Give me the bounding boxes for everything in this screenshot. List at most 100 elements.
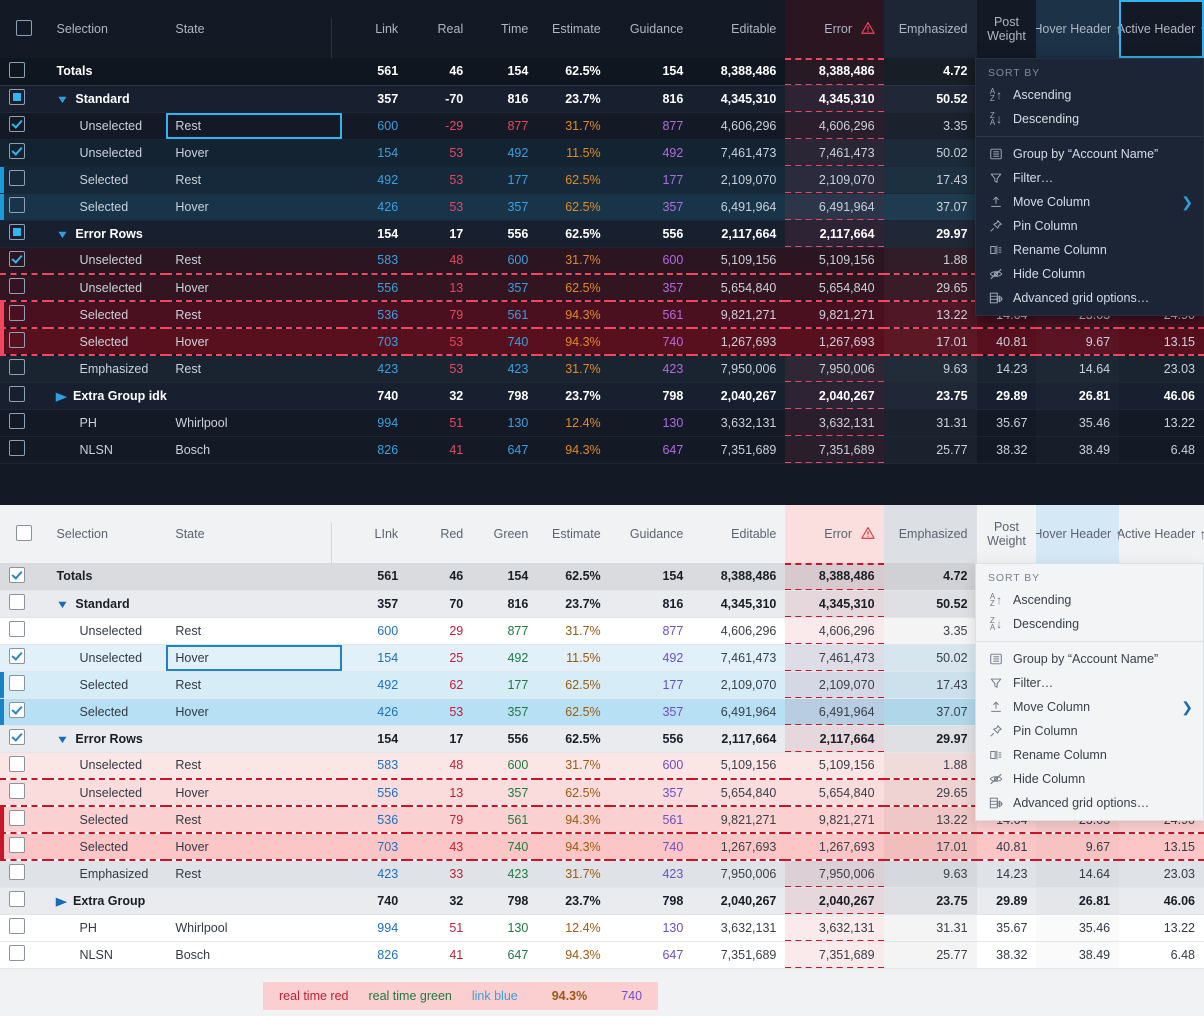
header-guidance[interactable]: Guidance [609, 0, 693, 58]
row-checkbox-cell[interactable] [0, 112, 48, 140]
row-state[interactable]: Rest [166, 166, 343, 194]
header-link[interactable]: LInk [342, 505, 408, 563]
menu-item-pin-column[interactable]: Pin Column [976, 214, 1203, 238]
cell-editable[interactable]: 6,491,964 [692, 698, 786, 726]
row-state[interactable]: Rest [166, 806, 343, 834]
row-state[interactable]: Whirlpool [166, 409, 343, 437]
header-error[interactable]: Error [785, 505, 884, 563]
row-checkbox-cell[interactable] [0, 355, 48, 383]
cell-editable[interactable]: 4,606,296 [692, 617, 786, 645]
sort-ascending-arrow-icon[interactable]: ↑ [1199, 22, 1204, 36]
chevron-down-icon[interactable]: ▼ [55, 734, 69, 746]
header-hover-header[interactable]: Hover Header ↑ [1036, 505, 1120, 563]
cell-editable[interactable]: 7,950,006 [692, 355, 786, 383]
row-checkbox-cell[interactable] [0, 274, 48, 302]
header-editable[interactable]: Editable [692, 0, 786, 58]
menu-item-ascending[interactable]: A Z ↑ Ascending [976, 83, 1203, 107]
row-checkbox-cell[interactable] [0, 671, 48, 699]
row-state[interactable]: Hover [166, 139, 343, 167]
row-checkbox-cell[interactable] [0, 833, 48, 861]
row-state[interactable]: Hover [166, 193, 343, 221]
cell-editable[interactable]: 7,461,473 [692, 139, 786, 167]
row-checkbox-cell[interactable] [0, 806, 48, 834]
cell-editable[interactable]: 2,117,664 [692, 725, 786, 753]
row-checkbox[interactable] [9, 359, 25, 376]
header-emphasized[interactable]: Emphasized [883, 0, 977, 58]
row-checkbox[interactable] [9, 783, 25, 799]
row-checkbox-cell[interactable] [0, 644, 48, 672]
cell-editable[interactable]: 9,821,271 [692, 806, 786, 834]
row-state[interactable]: Hover [166, 328, 343, 356]
cell-editable[interactable]: 1,267,693 [692, 833, 786, 861]
header-editable[interactable]: Editable [692, 505, 786, 563]
table-row[interactable]: PH Whirlpool 994 51 130 12.4% 130 3,632,… [0, 409, 1204, 437]
row-state[interactable]: Whirlpool [166, 914, 343, 942]
row-checkbox-cell[interactable] [0, 887, 48, 915]
row-checkbox-cell[interactable] [0, 139, 48, 167]
row-checkbox[interactable] [9, 89, 25, 105]
menu-item-pin-column[interactable]: Pin Column [976, 719, 1203, 743]
menu-item-descending[interactable]: Z A ↓ Descending [976, 612, 1203, 636]
row-checkbox[interactable] [9, 755, 25, 772]
table-row[interactable]: NLSN Bosch 826 41 647 94.3% 647 7,351,68… [0, 941, 1204, 969]
row-checkbox[interactable] [9, 891, 25, 907]
row-state[interactable]: Hover [166, 833, 343, 861]
row-checkbox-cell[interactable] [0, 590, 48, 618]
cell-editable[interactable]: 2,040,267 [692, 382, 786, 410]
menu-item-ascending[interactable]: A Z ↑ Ascending [976, 588, 1203, 612]
row-checkbox[interactable] [9, 197, 25, 213]
row-state[interactable]: Hover [166, 644, 343, 672]
chevron-right-icon[interactable]: ❯ [1181, 699, 1193, 716]
row-checkbox[interactable] [9, 621, 25, 637]
cell-editable[interactable]: 2,117,664 [692, 220, 786, 248]
row-checkbox[interactable] [9, 675, 25, 691]
header-state[interactable]: State [166, 505, 343, 563]
table-row[interactable]: NLSN Bosch 826 41 647 94.3% 647 7,351,68… [0, 436, 1204, 464]
menu-item-move-column[interactable]: Move Column ❯ [976, 190, 1203, 214]
table-row[interactable]: PH Whirlpool 994 51 130 12.4% 130 3,632,… [0, 914, 1204, 942]
row-label-cell[interactable]: ▶ Extra Group [47, 887, 343, 915]
menu-item-rename-column[interactable]: Rename Column [976, 238, 1203, 262]
chevron-down-icon[interactable]: ▼ [55, 229, 69, 241]
row-checkbox[interactable] [9, 61, 25, 78]
row-checkbox-cell[interactable] [0, 382, 48, 410]
row-checkbox[interactable] [9, 864, 25, 881]
cell-editable[interactable]: 3,632,131 [692, 409, 786, 437]
row-checkbox[interactable] [9, 305, 25, 321]
menu-item-group-by[interactable]: Group by “Account Name” [976, 647, 1203, 671]
cell-editable[interactable]: 5,654,840 [692, 779, 786, 807]
row-checkbox-cell[interactable] [0, 166, 48, 194]
chevron-right-icon[interactable]: ❯ [1181, 194, 1193, 211]
row-checkbox-cell[interactable] [0, 698, 48, 726]
table-row[interactable]: Selected Hover 703 43 740 94.3% 740 1,26… [0, 833, 1204, 861]
cell-editable[interactable]: 4,345,310 [692, 590, 786, 618]
header-selection[interactable]: Selection [47, 0, 167, 58]
row-checkbox[interactable] [9, 837, 25, 853]
row-state[interactable]: Hover [166, 698, 343, 726]
chevron-right-icon[interactable]: ▶ [55, 390, 66, 403]
row-state[interactable]: Rest [166, 617, 343, 645]
row-label-cell[interactable]: ▼ Standard [47, 590, 343, 618]
select-all-checkbox[interactable] [15, 524, 32, 541]
menu-item-hide-column[interactable]: Hide Column [976, 262, 1203, 286]
row-state[interactable]: Rest [166, 247, 343, 275]
cell-editable[interactable]: 6,491,964 [692, 193, 786, 221]
header-error[interactable]: Error [785, 0, 884, 58]
row-label-cell[interactable]: ▼ Error Rows [47, 220, 343, 248]
header-active-header[interactable]: Active Header ↑ [1119, 0, 1204, 58]
header-link[interactable]: Link [342, 0, 408, 58]
cell-editable[interactable]: 5,109,156 [692, 752, 786, 780]
header-post-weight[interactable]: Post Weight [976, 505, 1037, 563]
row-checkbox[interactable] [9, 250, 25, 267]
row-checkbox-cell[interactable] [0, 409, 48, 437]
menu-item-filter[interactable]: Filter… [976, 166, 1203, 190]
cell-editable[interactable]: 4,345,310 [692, 85, 786, 113]
row-checkbox[interactable] [9, 440, 25, 456]
row-checkbox-cell[interactable] [0, 617, 48, 645]
header-red[interactable]: Red [407, 505, 473, 563]
row-checkbox[interactable] [9, 566, 25, 583]
header-estimate[interactable]: Estimate [537, 505, 610, 563]
row-label-cell[interactable]: ▼ Error Rows [47, 725, 343, 753]
chevron-right-icon[interactable]: ▶ [55, 895, 66, 908]
table-row[interactable]: Emphasized Rest 423 53 423 31.7% 423 7,9… [0, 355, 1204, 383]
